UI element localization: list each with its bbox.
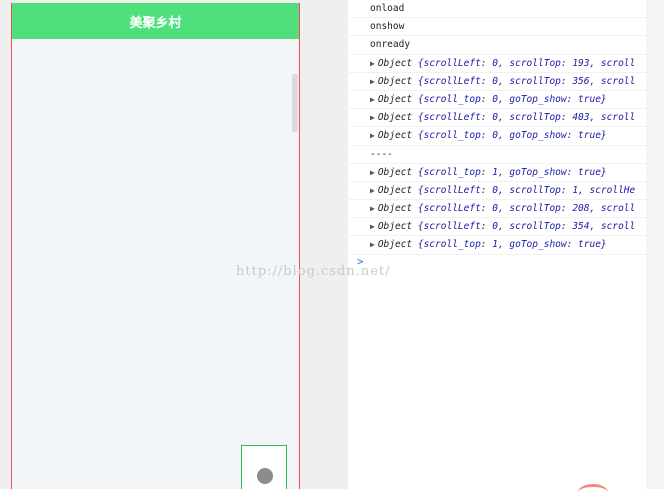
triangle-right-icon[interactable]: ▶ (370, 168, 375, 177)
object-preview: {scrollLeft: 0, scrollTop: 403, scroll (417, 112, 636, 124)
page-title: 美聚乡村 (129, 15, 182, 31)
decorative-arc (578, 484, 608, 501)
log-text: onshow (370, 21, 405, 33)
triangle-right-icon[interactable]: ▶ (370, 77, 375, 86)
console-log-list: onload onshow onready ▶ Object {scrollLeft: … (349, 0, 646, 255)
object-label: Object (377, 93, 413, 105)
triangle-right-icon[interactable]: ▶ (370, 113, 375, 122)
console-log-line: ---- (349, 146, 646, 164)
object-preview: {scroll_top: 1, goTop_show: true} (417, 166, 607, 178)
object-preview: {scrollLeft: 0, scrollTop: 193, scroll (417, 57, 636, 69)
panel-edge (646, 0, 664, 489)
object-label: Object (377, 239, 413, 251)
triangle-right-icon[interactable]: ▶ (370, 186, 375, 195)
circle-icon (257, 468, 273, 484)
console-log-line[interactable]: ▶ Object {scrollLeft: 0, scrollTop: 356, … (349, 73, 646, 91)
console-log-line[interactable]: ▶ Object {scroll_top: 0, goTop_show: true… (349, 127, 646, 146)
object-label: Object (377, 130, 413, 142)
console-log-line: onshow (349, 18, 646, 37)
object-preview: {scrollLeft: 0, scrollTop: 208, scroll (417, 203, 636, 215)
object-preview: {scrollLeft: 0, scrollTop: 356, scroll (417, 75, 636, 87)
scrollbar[interactable] (292, 74, 298, 132)
triangle-right-icon[interactable]: ▶ (370, 59, 375, 68)
console-log-line[interactable]: ▶ Object {scrollLeft: 0, scrollTop: 354, … (349, 218, 646, 237)
object-label: Object (377, 166, 413, 178)
triangle-right-icon[interactable]: ▶ (370, 240, 375, 249)
object-label: Object (377, 57, 413, 69)
phone-screen: 美聚乡村 (11, 3, 300, 489)
console-panel: onload onshow onready ▶ Object {scrollLeft: … (349, 0, 646, 489)
log-text: onload (370, 3, 405, 14)
triangle-right-icon[interactable]: ▶ (370, 204, 375, 213)
console-log-line[interactable]: ▶ Object {scrollLeft: 0, scrollTop: 193, … (349, 55, 646, 73)
triangle-right-icon[interactable]: ▶ (370, 131, 375, 140)
triangle-right-icon[interactable]: ▶ (370, 222, 375, 231)
console-log-line: onload (349, 0, 646, 19)
watermark: http://blog.csdn.net/ (236, 264, 391, 279)
object-preview: {scrollLeft: 0, scrollTop: 1, scrollHe (417, 184, 636, 196)
object-preview: {scroll_top: 1, goTop_show: true} (417, 239, 607, 251)
navigation-bar: 美聚乡村 (12, 3, 299, 39)
log-text: onready (370, 39, 411, 51)
object-label: Object (377, 221, 413, 233)
console-log-line[interactable]: ▶ Object {scroll_top: 1, goTop_show: true… (349, 164, 646, 182)
console-log-line[interactable]: ▶ Object {scroll_top: 0, goTop_show: true… (349, 91, 646, 110)
console-log-line[interactable]: ▶ Object {scrollLeft: 0, scrollTop: 1, sc… (349, 182, 646, 201)
console-log-line[interactable]: ▶ Object {scroll_top: 1, goTop_show: true… (349, 236, 646, 255)
object-label: Object (377, 75, 413, 87)
object-label: Object (377, 184, 413, 196)
object-preview: {scroll_top: 0, goTop_show: true} (417, 93, 607, 105)
go-top-button[interactable] (241, 445, 287, 489)
console-log-line: onready (349, 36, 646, 55)
object-preview: {scrollLeft: 0, scrollTop: 354, scroll (417, 221, 636, 233)
console-log-line[interactable]: ▶ Object {scrollLeft: 0, scrollTop: 208, … (349, 200, 646, 219)
log-text: ---- (370, 148, 393, 160)
console-log-line[interactable]: ▶ Object {scrollLeft: 0, scrollTop: 403, … (349, 109, 646, 128)
triangle-right-icon[interactable]: ▶ (370, 95, 375, 104)
console-prompt[interactable]: > (349, 255, 646, 269)
object-preview: {scroll_top: 0, goTop_show: true} (417, 130, 607, 142)
object-label: Object (377, 112, 413, 124)
object-label: Object (377, 203, 413, 215)
